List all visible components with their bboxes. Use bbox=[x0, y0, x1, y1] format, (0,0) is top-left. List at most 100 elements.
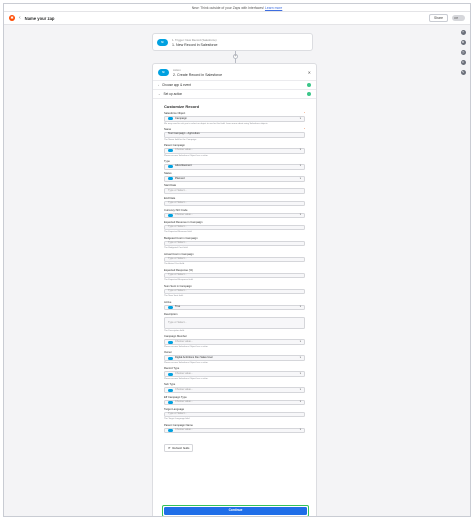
form-field: Parent Campaign Choose value... ▾ Please en… bbox=[164, 144, 305, 157]
form-field: Description Type or Select... The Descript… bbox=[164, 313, 305, 333]
select-field[interactable]: True ▾ bbox=[164, 304, 305, 311]
field-value: Choose value... bbox=[175, 213, 194, 217]
chevron-down-icon: ▾ bbox=[299, 339, 301, 343]
field-label: Expected Response (%) bbox=[164, 268, 193, 272]
add-step-plus-icon[interactable]: + bbox=[233, 54, 238, 59]
form-fields: Salesforce Object * Campaign ▾ We may need t… bbox=[164, 112, 305, 434]
field-help-text: We may need to ask you to select an obje… bbox=[164, 122, 269, 125]
salesforce-chip-icon bbox=[168, 356, 173, 360]
select-field[interactable]: Choose value... ▾ bbox=[164, 339, 305, 345]
field-value: Choose value... bbox=[175, 400, 194, 404]
versions-icon[interactable]: ≡ bbox=[460, 60, 466, 65]
field-label: Actual Cost in Campaign bbox=[164, 252, 194, 256]
field-label: Currency ISO Code bbox=[164, 208, 188, 212]
field-label-row: Sub Type bbox=[164, 383, 305, 386]
select-field[interactable]: Choose value... ▾ bbox=[164, 387, 305, 393]
select-field[interactable]: Digital Ambitions Dev Sales User ▾ bbox=[164, 355, 305, 361]
chevron-down-icon: ▾ bbox=[299, 148, 301, 152]
text-field[interactable]: Type or Select... bbox=[164, 224, 305, 231]
field-label: Description bbox=[164, 313, 178, 316]
field-label: End Date bbox=[164, 196, 176, 200]
comment-icon[interactable]: ✎ bbox=[460, 70, 466, 75]
field-label: Start Date bbox=[164, 184, 177, 188]
publish-toggle[interactable]: Off bbox=[452, 15, 465, 21]
text-field[interactable]: Type or Select... bbox=[164, 288, 305, 295]
field-label-row: End Date bbox=[164, 197, 305, 200]
salesforce-chip-icon bbox=[168, 306, 173, 310]
select-field[interactable]: Planned ▾ bbox=[164, 176, 305, 182]
text-field[interactable]: Type or Select... bbox=[164, 240, 305, 247]
text-field[interactable]: Type or Select... bbox=[164, 272, 305, 279]
action-step-kicker: Action bbox=[173, 67, 181, 72]
required-marker: * bbox=[303, 112, 305, 115]
zapier-logo-icon[interactable]: ✱ bbox=[9, 15, 15, 21]
right-rail: ? ⚙ ◷ ≡ ✎ bbox=[459, 30, 467, 75]
section-choose-account[interactable]: ⌄ Set up action bbox=[153, 90, 316, 99]
text-field[interactable]: Type or Select... bbox=[164, 256, 305, 263]
form-field: Actual Cost in Campaign Type or Select...… bbox=[164, 253, 305, 266]
form-field: Budgeted Cost in Campaign Type or Select.… bbox=[164, 237, 305, 250]
trigger-step-card[interactable]: SF 1. Trigger: New Record (Salesforce) 1… bbox=[152, 33, 313, 51]
chevron-down-icon: ▾ bbox=[299, 176, 301, 180]
field-label-row: Budgeted Cost in Campaign bbox=[164, 237, 305, 240]
continue-button-focus-ring: Continue bbox=[162, 505, 309, 516]
field-value: Type or Select... bbox=[168, 257, 187, 261]
app-window: New: Think outside of your Zaps with Int… bbox=[3, 3, 471, 517]
field-label: Eff Campaign Type bbox=[164, 395, 187, 399]
field-label-row: Actual Cost in Campaign bbox=[164, 253, 305, 256]
section-choose-app[interactable]: › Choose app & event bbox=[153, 81, 316, 90]
banner-text: New: Think outside of your Zaps with Int… bbox=[191, 6, 264, 10]
salesforce-chip-icon bbox=[168, 372, 173, 376]
form-field: Parent Campaign Name Choose value... ▾ bbox=[164, 424, 305, 434]
chevron-down-icon: ▾ bbox=[299, 305, 301, 309]
select-field[interactable]: Choose value... ▾ bbox=[164, 427, 305, 434]
form-field: Record Type Choose value... ▾ Please ensure… bbox=[164, 367, 305, 380]
field-value: Type or Select... bbox=[168, 188, 187, 192]
select-field[interactable]: Advertisement ▾ bbox=[164, 163, 305, 170]
back-arrow-icon[interactable]: ‹ bbox=[19, 15, 21, 21]
text-field[interactable]: Type or Select... bbox=[164, 411, 305, 418]
field-value: Test Campaign - Agriculture bbox=[168, 132, 200, 136]
select-field[interactable]: Choose value... ▾ bbox=[164, 371, 305, 377]
field-label-row: Parent Campaign Name bbox=[164, 424, 305, 427]
field-label-row: Status bbox=[164, 172, 305, 175]
text-field[interactable]: Test Campaign - Agriculture bbox=[164, 131, 305, 138]
field-value: Campaign bbox=[175, 116, 187, 120]
select-field[interactable]: Choose value... ▾ bbox=[164, 399, 305, 406]
continue-button[interactable]: Continue bbox=[164, 507, 307, 515]
field-label-row: Expected Response (%) bbox=[164, 269, 305, 272]
form-field: Type Advertisement ▾ bbox=[164, 160, 305, 170]
select-field[interactable]: Choose value... ▾ bbox=[164, 147, 305, 154]
field-label-row: Owner bbox=[164, 351, 305, 354]
trigger-step-title: 1. New Record in Salesforce bbox=[172, 42, 218, 47]
zap-name[interactable]: Name your zap bbox=[25, 16, 55, 21]
text-field[interactable]: Type or Select... bbox=[164, 200, 305, 207]
field-label: Num Sent in Campaign bbox=[164, 284, 192, 288]
field-value: Choose value... bbox=[175, 428, 194, 432]
salesforce-chip-icon bbox=[168, 340, 173, 344]
help-icon[interactable]: ? bbox=[460, 30, 466, 35]
history-icon[interactable]: ◷ bbox=[460, 50, 466, 55]
field-label-row: Name * bbox=[164, 128, 305, 131]
settings-icon[interactable]: ⚙ bbox=[460, 40, 466, 45]
close-icon[interactable]: ✕ bbox=[308, 70, 311, 75]
field-label-row: Campaign Member bbox=[164, 335, 305, 338]
banner-link[interactable]: Learn more bbox=[265, 6, 282, 10]
field-help-text: The Name field for the Campaign. bbox=[164, 138, 197, 141]
field-label-row: Record Type bbox=[164, 367, 305, 370]
form-field: Owner Digital Ambitions Dev Sales User ▾ Pl… bbox=[164, 351, 305, 364]
select-field[interactable]: Choose value... ▾ bbox=[164, 212, 305, 219]
field-label-row: Type bbox=[164, 160, 305, 163]
trigger-step-kicker: 1. Trigger: New Record (Salesforce) bbox=[172, 37, 217, 42]
text-field[interactable]: Type or Select... bbox=[164, 188, 305, 194]
field-label: Salesforce Object bbox=[164, 112, 186, 115]
field-value: Type or Select... bbox=[168, 201, 187, 205]
textarea-field[interactable]: Type or Select... bbox=[164, 317, 305, 329]
select-field[interactable]: Campaign ▾ bbox=[164, 116, 305, 122]
share-button[interactable]: Share bbox=[428, 14, 448, 22]
field-label-row: Active bbox=[164, 301, 305, 304]
field-help-text: The Actual Cost field. bbox=[164, 263, 185, 266]
editor-topbar: ✱ ‹ Name your zap Share Off bbox=[4, 12, 470, 25]
refresh-fields-button[interactable]: ⟳ Refresh fields bbox=[164, 443, 194, 452]
field-label: Type bbox=[164, 159, 170, 163]
